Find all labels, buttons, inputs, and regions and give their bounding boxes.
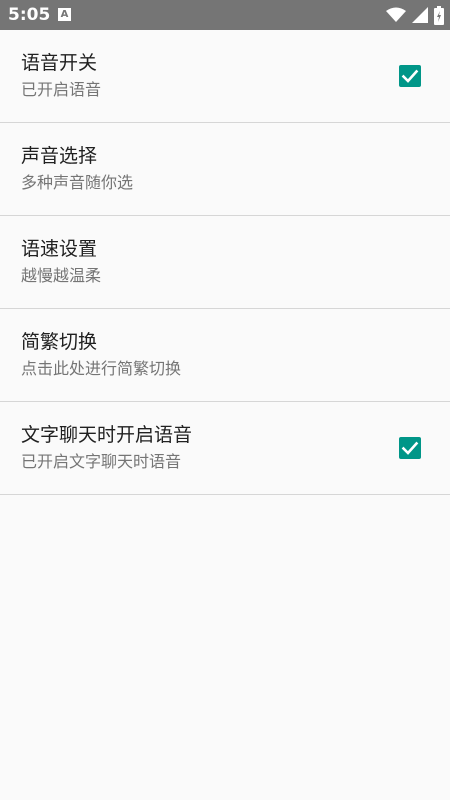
setting-summary: 越慢越温柔 <box>21 266 102 285</box>
setting-voice-selection[interactable]: 声音选择 多种声音随你选 <box>0 123 450 216</box>
setting-summary: 多种声音随你选 <box>21 173 134 192</box>
status-icons <box>386 5 444 25</box>
battery-charging-icon <box>434 5 444 25</box>
voice-switch-checkbox[interactable] <box>399 65 421 87</box>
setting-title: 语速设置 <box>21 238 98 260</box>
wifi-icon <box>386 7 406 23</box>
setting-summary: 点击此处进行简繁切换 <box>21 359 182 378</box>
status-time: 5:05 <box>8 5 51 25</box>
setting-chat-voice[interactable]: 文字聊天时开启语音 已开启文字聊天时语音 <box>0 402 450 495</box>
notification-badge-icon: A <box>58 8 71 21</box>
setting-title: 语音开关 <box>21 52 98 74</box>
setting-simplified-traditional[interactable]: 简繁切换 点击此处进行简繁切换 <box>0 309 450 402</box>
setting-speech-rate[interactable]: 语速设置 越慢越温柔 <box>0 216 450 309</box>
checkmark-icon <box>401 69 419 83</box>
cellular-signal-icon <box>412 7 428 23</box>
checkmark-icon <box>401 441 419 455</box>
settings-list: 语音开关 已开启语音 声音选择 多种声音随你选 语速设置 越慢越温柔 简繁切换 … <box>0 30 450 495</box>
status-bar: 5:05 A <box>0 0 450 30</box>
chat-voice-checkbox[interactable] <box>399 437 421 459</box>
setting-title: 声音选择 <box>21 145 98 167</box>
setting-title: 文字聊天时开启语音 <box>21 424 193 446</box>
setting-title: 简繁切换 <box>21 331 98 353</box>
setting-voice-switch[interactable]: 语音开关 已开启语音 <box>0 30 450 123</box>
setting-summary: 已开启文字聊天时语音 <box>21 452 182 471</box>
setting-summary: 已开启语音 <box>21 80 102 99</box>
